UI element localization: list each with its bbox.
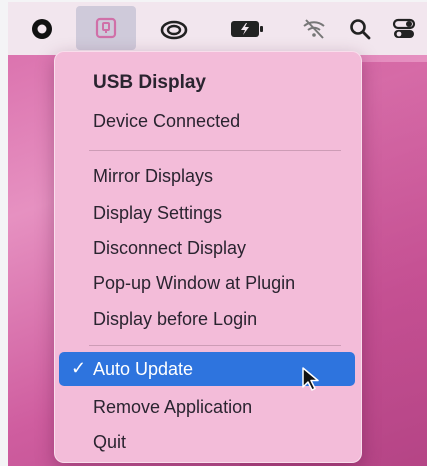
control-center-icon[interactable] [384,2,424,55]
usb-display-menu: USB Display Device Connected Mirror Disp… [54,51,362,463]
search-icon[interactable] [340,2,380,55]
menu-bar [8,2,427,55]
menu-item-display-settings[interactable]: Display Settings [93,203,222,224]
wifi-off-icon[interactable] [294,2,334,55]
menu-item-label: Auto Update [93,359,194,379]
menu-item-popup-window-at-plugin[interactable]: Pop-up Window at Plugin [93,273,295,294]
menu-header-status: Device Connected [93,111,241,131]
creative-cloud-icon[interactable] [154,2,194,55]
menu-separator [89,150,341,151]
desktop: USB Display Device Connected Mirror Disp… [8,2,427,466]
menu-item-remove-application[interactable]: Remove Application [93,397,252,418]
menu-header-title: USB Display [93,72,206,93]
menu-item-display-before-login[interactable]: Display before Login [93,309,257,330]
menu-item-mirror-displays[interactable]: Mirror Displays [93,166,213,187]
menu-item-quit[interactable]: Quit [93,432,126,453]
usb-display-icon[interactable] [76,6,136,50]
menu-item-disconnect-display[interactable]: Disconnect Display [93,238,246,259]
record-icon[interactable] [22,2,62,55]
menu-separator [89,345,341,346]
mouse-pointer-icon [301,366,319,397]
checkmark-icon: ✓ [71,358,87,378]
battery-icon[interactable] [222,2,272,55]
